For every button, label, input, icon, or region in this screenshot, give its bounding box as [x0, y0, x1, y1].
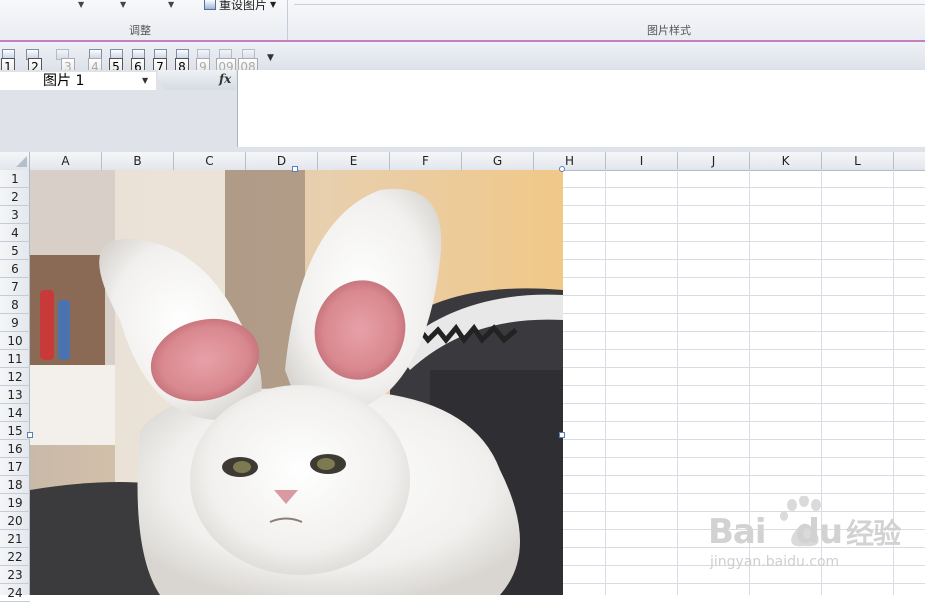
column-header[interactable]: K: [750, 152, 822, 170]
row-header[interactable]: 3: [0, 206, 30, 224]
row-header[interactable]: 17: [0, 458, 30, 476]
row-header[interactable]: 1: [0, 170, 30, 188]
row-header[interactable]: 24: [0, 584, 30, 602]
dropdown-arrow-icon[interactable]: ▼: [78, 0, 84, 9]
watermark-brand-suffix: du: [795, 512, 844, 552]
select-all-triangle-icon: [16, 156, 27, 167]
group-label-adjust: 调整: [129, 24, 151, 37]
name-box-value: 图片 1: [43, 73, 85, 89]
reset-picture-button[interactable]: 重设图片 ▼: [204, 0, 276, 13]
name-box[interactable]: 图片 1: [0, 72, 156, 90]
cat-bunny-ears-photo: [30, 170, 563, 595]
row-header[interactable]: 20: [0, 512, 30, 530]
row-header[interactable]: 12: [0, 368, 30, 386]
reset-picture-label: 重设图片: [219, 0, 268, 12]
row-header[interactable]: 18: [0, 476, 30, 494]
row-header[interactable]: 8: [0, 296, 30, 314]
row-header[interactable]: 6: [0, 260, 30, 278]
row-header[interactable]: 10: [0, 332, 30, 350]
row-header[interactable]: 15: [0, 422, 30, 440]
column-header[interactable]: F: [390, 152, 462, 170]
insert-function-button[interactable]: fx: [219, 72, 231, 86]
resize-handle-top[interactable]: [292, 166, 298, 172]
dropdown-arrow-icon: ▼: [270, 0, 277, 9]
watermark-brand: Bai: [708, 512, 767, 552]
row-header[interactable]: 11: [0, 350, 30, 368]
reset-picture-icon: [204, 0, 216, 10]
formula-input[interactable]: [238, 70, 925, 147]
column-header[interactable]: B: [102, 152, 174, 170]
name-box-dropdown-icon[interactable]: ▼: [142, 76, 148, 85]
column-header[interactable]: H: [534, 152, 606, 170]
column-header[interactable]: J: [678, 152, 750, 170]
column-header[interactable]: G: [462, 152, 534, 170]
row-header[interactable]: 16: [0, 440, 30, 458]
column-header[interactable]: A: [30, 152, 102, 170]
watermark-url: jingyan.baidu.com: [710, 554, 840, 570]
resize-handle-left[interactable]: [27, 432, 33, 438]
resize-handle-right[interactable]: [559, 432, 565, 438]
ribbon-group-divider: [287, 0, 288, 40]
inserted-picture[interactable]: [30, 170, 563, 595]
row-header[interactable]: 13: [0, 386, 30, 404]
dropdown-arrow-icon[interactable]: ▼: [120, 0, 126, 9]
customize-toolbar-icon[interactable]: ▼: [267, 53, 274, 63]
row-header[interactable]: 4: [0, 224, 30, 242]
row-header[interactable]: 7: [0, 278, 30, 296]
quick-access-toolbar: ▼ 1 2 3 4 5 6 7 8 9 09 08: [0, 42, 925, 74]
column-header[interactable]: I: [606, 152, 678, 170]
row-header[interactable]: 21: [0, 530, 30, 548]
row-header[interactable]: 22: [0, 548, 30, 566]
column-header[interactable]: L: [822, 152, 894, 170]
column-header[interactable]: C: [174, 152, 246, 170]
dropdown-arrow-icon[interactable]: ▼: [168, 0, 174, 9]
row-header[interactable]: 9: [0, 314, 30, 332]
resize-handle-top-right[interactable]: [559, 166, 565, 172]
row-header[interactable]: 14: [0, 404, 30, 422]
watermark-product: 经验: [846, 517, 901, 550]
row-header[interactable]: 19: [0, 494, 30, 512]
row-header[interactable]: 2: [0, 188, 30, 206]
column-header[interactable]: D: [246, 152, 318, 170]
group-label-picture-styles: 图片样式: [647, 24, 691, 37]
picture-styles-gallery[interactable]: [294, 0, 925, 5]
row-header[interactable]: 23: [0, 566, 30, 584]
row-header[interactable]: 5: [0, 242, 30, 260]
column-header[interactable]: E: [318, 152, 390, 170]
baidu-jingyan-watermark: Bai du 经验 jingyan.baidu.com: [706, 495, 901, 580]
ribbon: ▼ ▼ ▼ 重设图片 ▼ 调整 图片样式: [0, 0, 925, 41]
